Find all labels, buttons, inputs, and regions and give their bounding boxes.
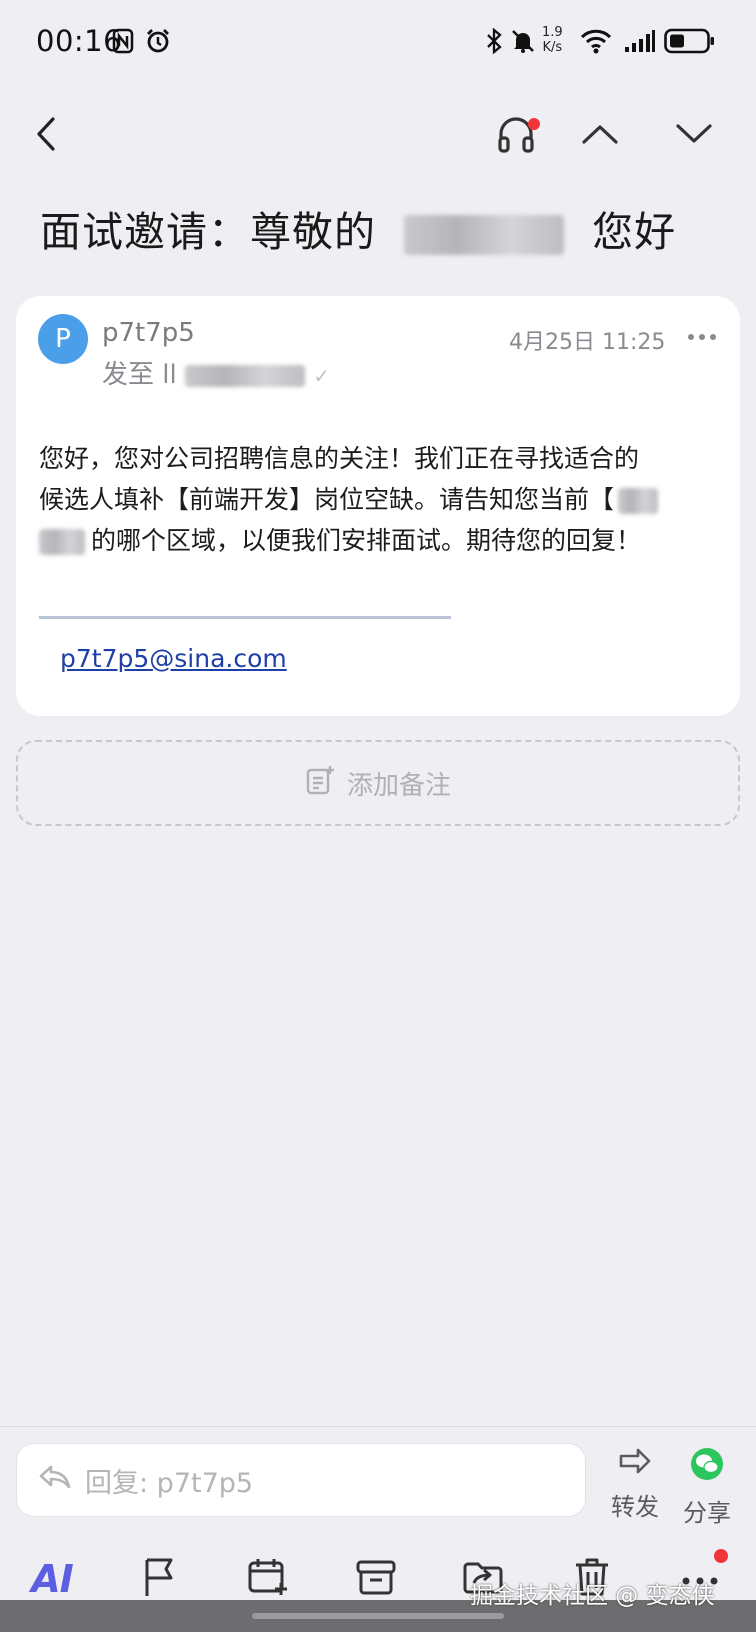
alarm-icon [144,24,172,58]
nfc-icon [112,24,134,58]
expand-recipient-icon: ✓ [313,364,331,388]
nav-bar [0,96,756,176]
recipient-line[interactable]: 发至 ll ✓ [102,354,330,391]
redacted-recipient [184,364,305,387]
calendar-add-icon [247,1557,289,1601]
next-mail-button[interactable] [664,106,724,166]
net-speed-unit: K/s [542,40,563,55]
signature-divider [39,616,451,619]
status-bar: 00:16 1.9 K/s [0,0,756,86]
next-mail-icon [675,122,713,150]
mute-icon [510,24,536,58]
forward-button[interactable]: 转发 [600,1447,670,1527]
more-badge [714,1549,728,1563]
notification-badge [528,118,540,130]
redacted-location-2 [39,529,85,555]
recipient-prefix: 发至 ll [102,360,177,390]
more-dots-icon [687,326,717,345]
ai-label: AI [31,1557,74,1601]
flag-icon [142,1556,178,1602]
listen-button[interactable] [486,106,546,166]
subject-prefix: 面试邀请：尊敬的 [40,208,376,256]
body-line-3: 的哪个区域，以便我们安排面试。期待您的回复！ [39,520,719,561]
wifi-icon [580,24,612,58]
mail-more-button[interactable] [680,318,724,352]
forward-label: 转发 [611,1493,659,1521]
reply-input[interactable]: 回复: p7t7p5 [16,1443,586,1517]
net-speed-value: 1.9 [542,25,563,40]
body-line-2: 候选人填补【前端开发】岗位空缺。请告知您当前【 [39,479,719,520]
subject-suffix: 您好 [592,208,677,256]
mail-subject: 面试邀请：尊敬的 您好 [40,198,676,258]
gesture-bar[interactable] [252,1613,504,1619]
add-note-label: 添加备注 [346,770,451,801]
share-label: 分享 [683,1499,731,1527]
bluetooth-icon [486,24,502,58]
mail-card: P p7t7p5 发至 ll ✓ 4月25日 11:25 您好，您对公司招聘信息… [16,296,740,716]
sender-avatar[interactable]: P [38,314,88,364]
reply-placeholder: 回复: p7t7p5 [85,1467,254,1499]
net-speed: 1.9 K/s [542,25,563,55]
redacted-name [404,215,565,255]
forward-icon [618,1447,652,1481]
watermark: 掘金技术社区 @ 变态侠 [470,1583,715,1609]
note-add-icon [305,765,335,802]
back-icon [33,116,59,156]
signal-icon [624,24,656,58]
status-time: 00:16 [36,24,123,58]
share-button[interactable]: 分享 [672,1447,742,1527]
body-line-2-text: 候选人填补【前端开发】岗位空缺。请告知您当前【 [39,485,615,514]
archive-icon [356,1559,396,1599]
back-button[interactable] [16,106,76,166]
body-line-3-text: 的哪个区域，以便我们安排面试。期待您的回复！ [91,526,642,555]
wechat-icon [690,1447,724,1487]
previous-mail-button[interactable] [570,106,630,166]
redacted-location [618,488,659,514]
reply-icon [39,1464,71,1497]
sender-name[interactable]: p7t7p5 [102,318,195,348]
mail-body: 您好，您对公司招聘信息的关注！我们正在寻找适合的 候选人填补【前端开发】岗位空缺… [39,438,719,561]
battery-icon [664,24,716,58]
prev-mail-icon [581,122,619,150]
signature-email-link[interactable]: p7t7p5@sina.com [60,644,287,673]
body-line-1: 您好，您对公司招聘信息的关注！我们正在寻找适合的 [39,444,640,473]
mail-date: 4月25日 11:25 [509,330,666,355]
add-note-button[interactable]: 添加备注 [16,740,740,826]
